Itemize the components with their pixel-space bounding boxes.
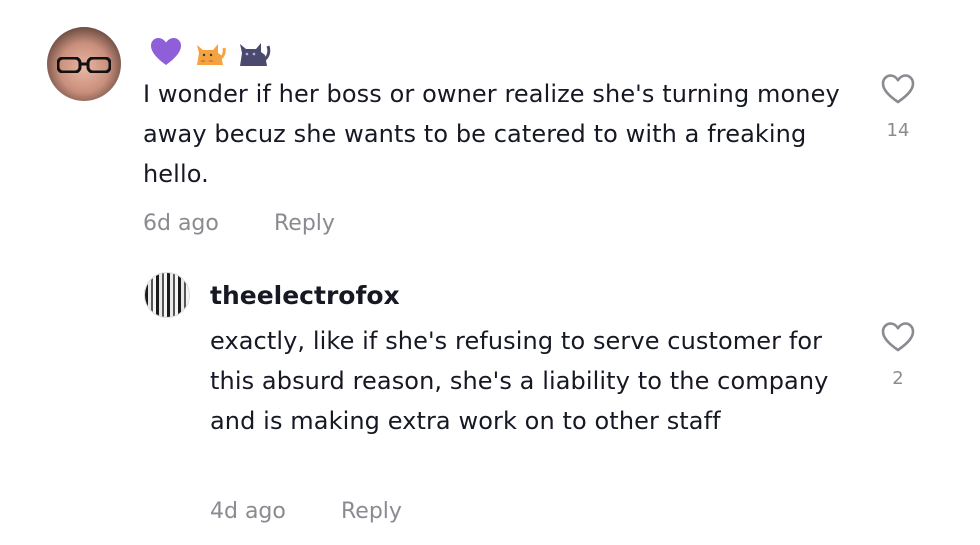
like-count: 14 — [886, 120, 910, 141]
comment-timestamp: 6d ago — [143, 211, 219, 236]
like-count: 2 — [892, 368, 904, 389]
reply-button[interactable]: Reply — [274, 209, 335, 239]
purple-heart-icon — [151, 38, 181, 65]
reply-like[interactable]: 2 — [878, 320, 918, 390]
heart-outline-icon[interactable] — [880, 320, 916, 354]
reply-avatar[interactable] — [144, 272, 190, 318]
reply-timestamp: 4d ago — [210, 499, 286, 524]
heart-outline-icon[interactable] — [880, 72, 916, 106]
reply-username[interactable]: theelectrofox — [210, 278, 400, 314]
commenter-name-emojis[interactable] — [149, 34, 271, 70]
glasses-icon — [57, 57, 111, 73]
commenter-avatar[interactable] — [47, 27, 121, 101]
orange-cat-icon — [197, 44, 226, 65]
reply-to-reply-button[interactable]: Reply — [341, 497, 402, 527]
comment-like[interactable]: 14 — [878, 72, 918, 142]
reply-text: exactly, like if she's refusing to serve… — [210, 327, 829, 435]
black-cat-icon — [240, 43, 271, 66]
comment-text: I wonder if her boss or owner realize sh… — [143, 80, 840, 188]
